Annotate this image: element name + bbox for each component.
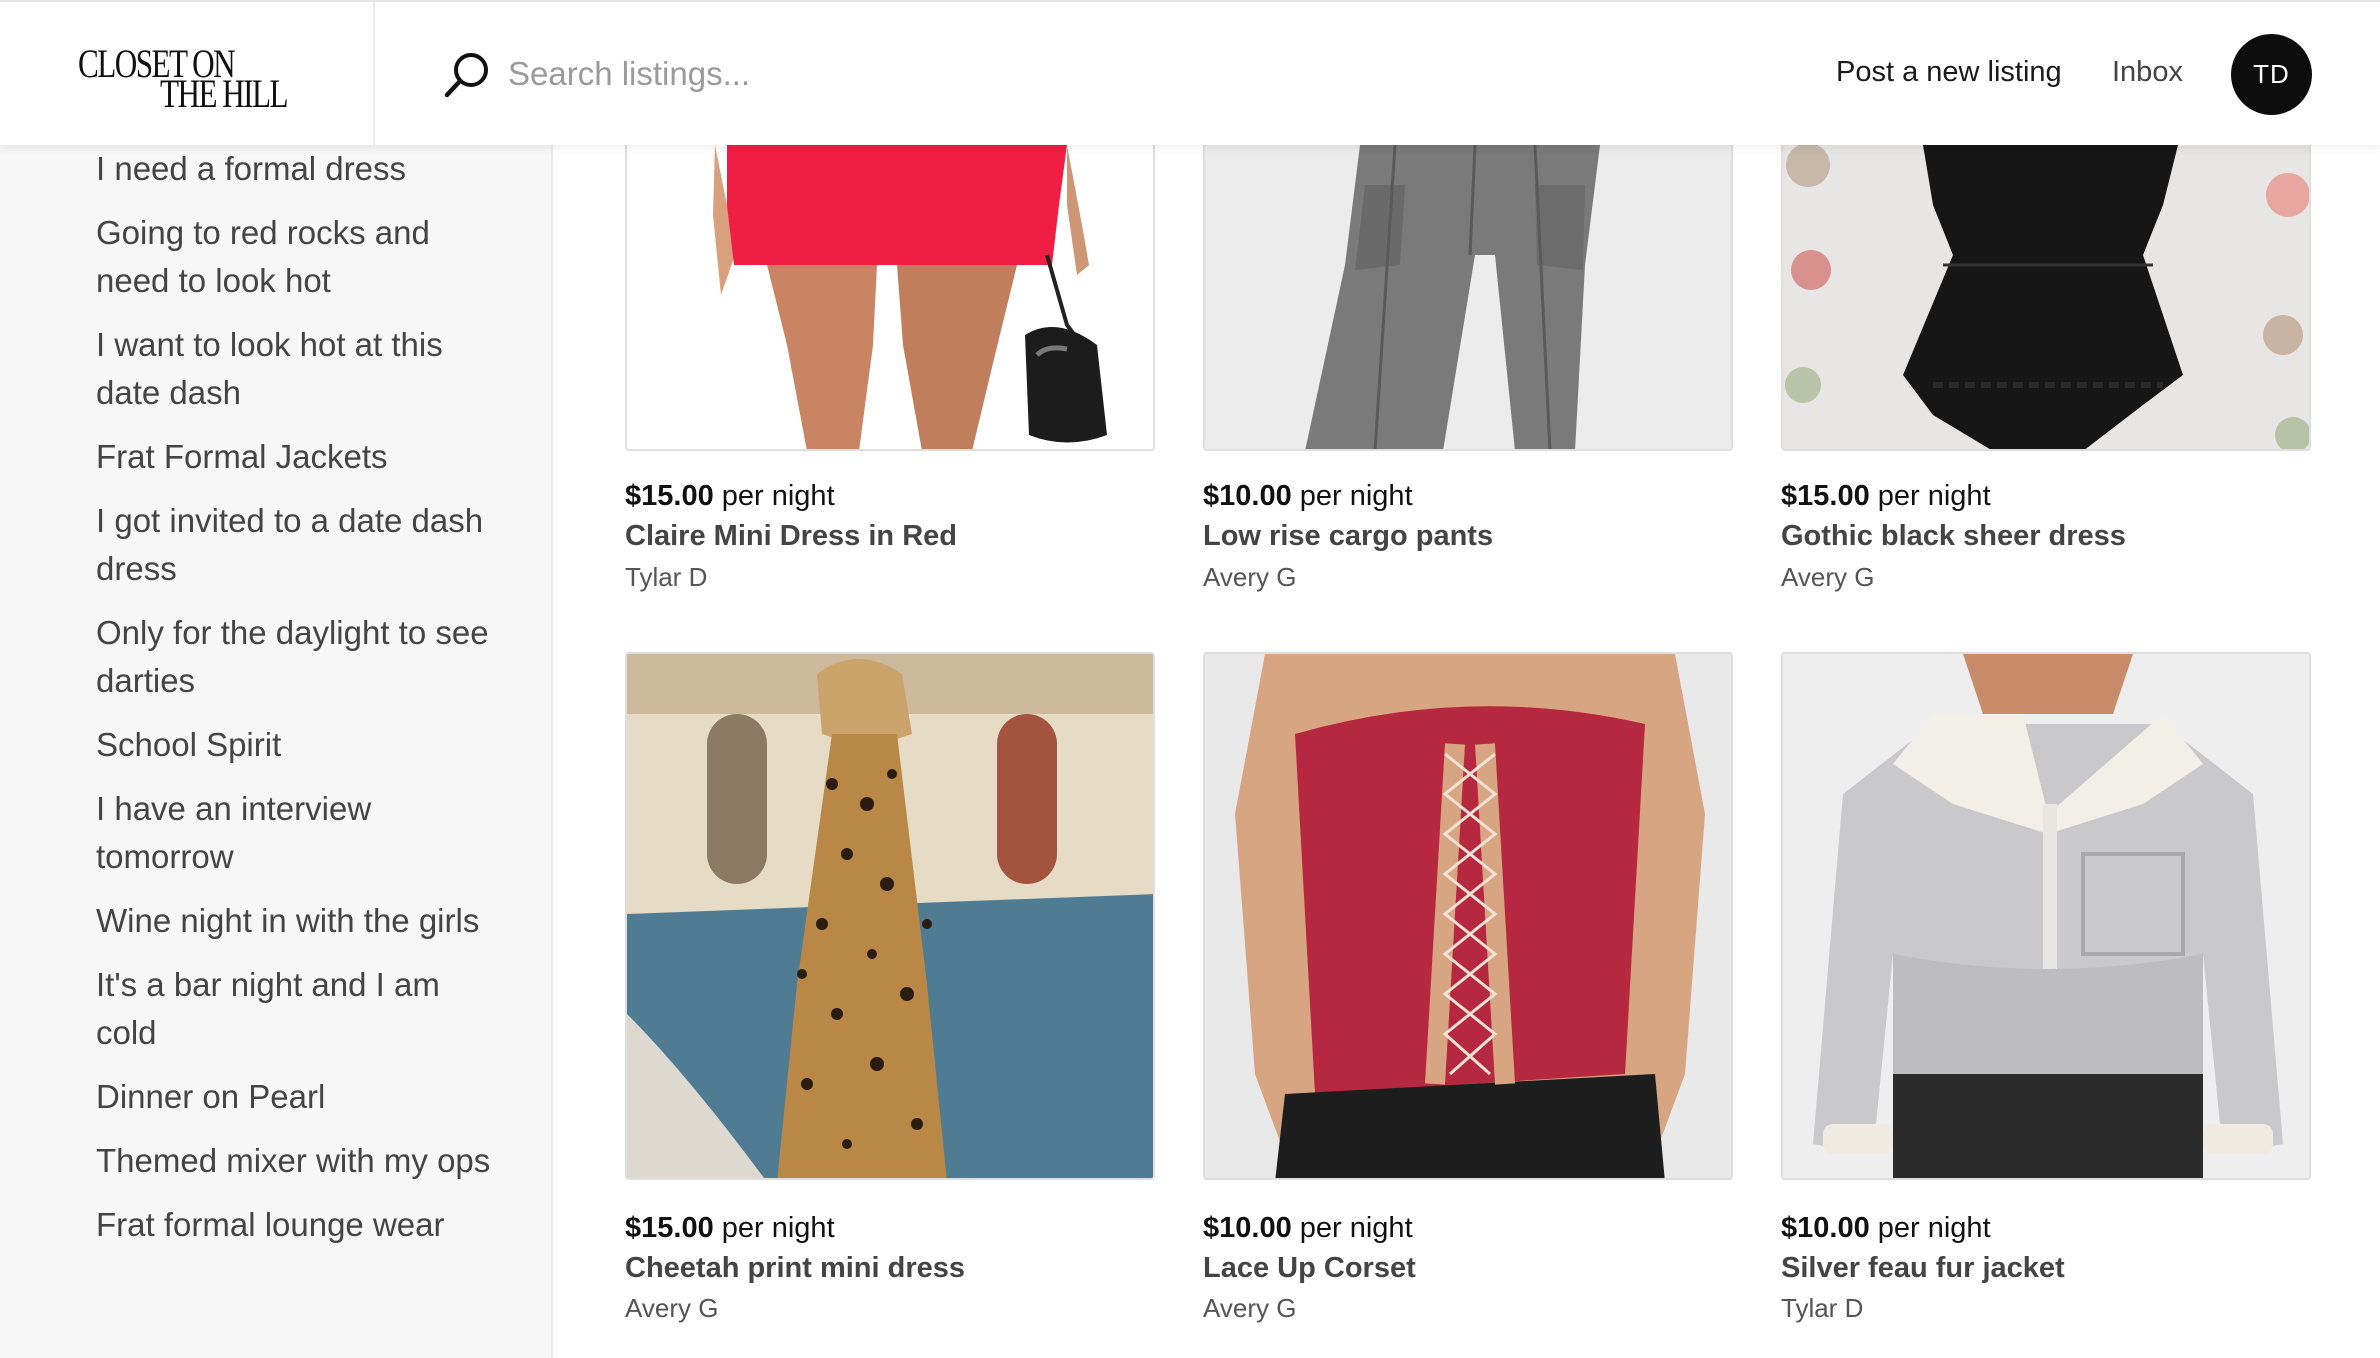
sidebar-item-interview[interactable]: I have an interview tomorrow xyxy=(96,785,496,881)
price-amount: $15.00 xyxy=(1781,480,1870,512)
price-unit: per night xyxy=(721,480,835,512)
sidebar-item-bar-night[interactable]: It's a bar night and I am cold xyxy=(96,961,496,1057)
search-input[interactable] xyxy=(508,48,1208,100)
listing-title[interactable]: Low rise cargo pants xyxy=(1203,520,1493,553)
price-amount: $10.00 xyxy=(1781,1212,1870,1244)
listing-title[interactable]: Lace Up Corset xyxy=(1203,1252,1416,1285)
price-amount: $10.00 xyxy=(1203,1212,1292,1244)
sidebar-item-date-dash-dress[interactable]: I got invited to a date dash dress xyxy=(96,497,496,593)
listing-price: $15.00 per night xyxy=(625,1212,835,1245)
price-amount: $15.00 xyxy=(625,480,714,512)
sidebar-item-school-spirit[interactable]: School Spirit xyxy=(96,721,496,769)
sidebar: I need a formal dress Going to red rocks… xyxy=(0,145,553,1358)
listing-owner: Tylar D xyxy=(625,562,708,592)
listing-image[interactable] xyxy=(625,145,1155,451)
listing-title[interactable]: Silver feau fur jacket xyxy=(1781,1252,2065,1285)
sidebar-item-frat-formal-jackets[interactable]: Frat Formal Jackets xyxy=(96,433,496,481)
listing-title[interactable]: Gothic black sheer dress xyxy=(1781,520,2126,553)
logo-container: CLOSET ON THE HILL xyxy=(0,2,375,145)
listing-price: $15.00 per night xyxy=(1781,480,1991,513)
listing-image[interactable] xyxy=(1781,652,2311,1180)
logo-line-2: THE HILL xyxy=(160,71,289,116)
listing-image[interactable] xyxy=(1203,652,1733,1180)
listing-price: $10.00 per night xyxy=(1203,480,1413,513)
sidebar-item-themed-mixer[interactable]: Themed mixer with my ops xyxy=(96,1137,496,1185)
listing-price: $10.00 per night xyxy=(1781,1212,1991,1245)
price-unit: per night xyxy=(721,1212,835,1244)
search-icon[interactable] xyxy=(443,50,491,100)
listing-image[interactable] xyxy=(1781,145,2311,451)
sidebar-item-formal-dress[interactable]: I need a formal dress xyxy=(96,145,496,193)
listing-title[interactable]: Cheetah print mini dress xyxy=(625,1252,965,1285)
listing-owner: Avery G xyxy=(1203,1293,1297,1323)
sidebar-item-lounge-wear[interactable]: Frat formal lounge wear xyxy=(96,1201,496,1249)
sidebar-item-dinner-pearl[interactable]: Dinner on Pearl xyxy=(96,1073,496,1121)
site-logo[interactable]: CLOSET ON THE HILL xyxy=(78,40,289,116)
sidebar-item-darties[interactable]: Only for the daylight to see darties xyxy=(96,609,496,705)
inbox-link[interactable]: Inbox xyxy=(2112,56,2183,89)
top-navbar: CLOSET ON THE HILL Post a new listing In… xyxy=(0,0,2380,145)
post-listing-link[interactable]: Post a new listing xyxy=(1836,56,2062,89)
sidebar-item-wine-night[interactable]: Wine night in with the girls xyxy=(96,897,496,945)
price-unit: per night xyxy=(1877,1212,1991,1244)
listing-owner: Avery G xyxy=(1781,562,1875,592)
user-avatar[interactable]: TD xyxy=(2231,34,2312,115)
listing-title[interactable]: Claire Mini Dress in Red xyxy=(625,520,957,553)
listing-owner: Tylar D xyxy=(1781,1293,1864,1323)
occasion-list: I need a formal dress Going to red rocks… xyxy=(96,145,496,1249)
listing-price: $15.00 per night xyxy=(625,480,835,513)
price-amount: $15.00 xyxy=(625,1212,714,1244)
listing-price: $10.00 per night xyxy=(1203,1212,1413,1245)
price-amount: $10.00 xyxy=(1203,480,1292,512)
listing-image[interactable] xyxy=(1203,145,1733,451)
price-unit: per night xyxy=(1299,480,1413,512)
listing-owner: Avery G xyxy=(1203,562,1297,592)
price-unit: per night xyxy=(1877,480,1991,512)
listing-owner: Avery G xyxy=(625,1293,719,1323)
price-unit: per night xyxy=(1299,1212,1413,1244)
listing-image[interactable] xyxy=(625,652,1155,1180)
sidebar-item-date-dash[interactable]: I want to look hot at this date dash xyxy=(96,321,496,417)
sidebar-item-red-rocks[interactable]: Going to red rocks and need to look hot xyxy=(96,209,496,305)
